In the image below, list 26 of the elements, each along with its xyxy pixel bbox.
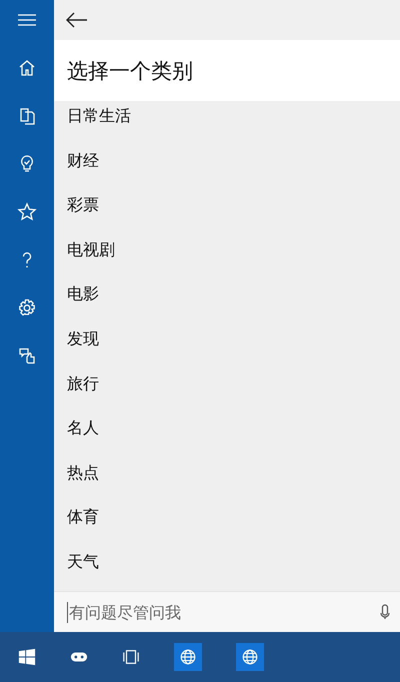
category-item[interactable]: 彩票 xyxy=(54,190,99,235)
search-field[interactable]: 有问题尽管问我 xyxy=(67,602,380,623)
star-icon[interactable] xyxy=(17,202,37,222)
category-item[interactable]: 体育 xyxy=(54,502,99,547)
category-item[interactable]: 天气 xyxy=(54,546,99,592)
category-item[interactable]: 热点 xyxy=(54,458,99,502)
page-title: 选择一个类别 xyxy=(67,58,193,84)
category-item[interactable]: 电视剧 xyxy=(54,234,115,280)
category-item[interactable]: 发现 xyxy=(54,324,99,369)
home-icon[interactable] xyxy=(17,58,37,78)
category-item[interactable]: 旅行 xyxy=(54,368,99,414)
category-item[interactable]: 日常生活 xyxy=(54,101,131,146)
back-arrow-icon[interactable] xyxy=(66,12,88,28)
search-box[interactable]: 有问题尽管问我 xyxy=(54,591,400,632)
windows-logo-icon[interactable] xyxy=(18,648,36,666)
category-item[interactable]: 名人 xyxy=(54,413,99,458)
category-item[interactable]: 财经 xyxy=(54,146,99,190)
microphone-icon[interactable] xyxy=(380,604,390,620)
taskbar-app-button[interactable] xyxy=(236,643,264,671)
globe-icon[interactable] xyxy=(179,648,197,666)
category-item[interactable]: 电影 xyxy=(54,279,99,324)
task-view-icon[interactable] xyxy=(122,648,140,666)
feedback-icon[interactable] xyxy=(17,346,37,366)
settings-icon[interactable] xyxy=(17,298,37,318)
taskbar-app-button[interactable] xyxy=(174,643,202,671)
globe-icon[interactable] xyxy=(241,648,259,666)
